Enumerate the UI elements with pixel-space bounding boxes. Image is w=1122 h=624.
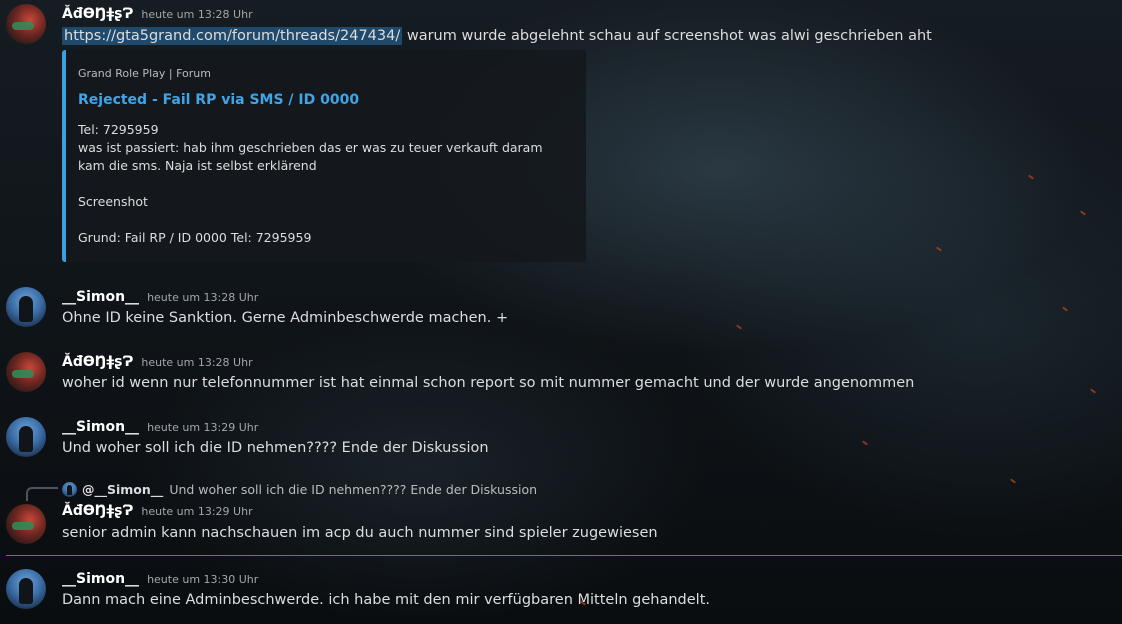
username[interactable]: __Simon__ <box>62 289 139 305</box>
username[interactable]: ĂđϴŊǂʂɁ <box>62 503 133 519</box>
embed-line: Tel: 7295959 <box>78 122 159 137</box>
timestamp: heute um 13:28 Uhr <box>141 8 253 21</box>
message: __Simon__ heute um 13:29 Uhr Und woher s… <box>0 413 1122 473</box>
message: ĂđϴŊǂʂɁ heute um 13:28 Uhr woher id wenn… <box>0 348 1122 408</box>
message-header: ĂđϴŊǂʂɁ heute um 13:28 Uhr <box>62 354 253 374</box>
embed-line: was ist passiert: hab ihm geschrieben da… <box>78 140 543 155</box>
message-header: __Simon__ heute um 13:28 Uhr <box>62 289 258 309</box>
message-header: __Simon__ heute um 13:29 Uhr <box>62 419 258 439</box>
embed-title[interactable]: Rejected - Fail RP via SMS / ID 0000 <box>78 92 359 108</box>
new-messages-divider <box>6 555 1122 556</box>
username[interactable]: ĂđϴŊǂʂɁ <box>62 354 133 370</box>
avatar[interactable] <box>6 4 46 44</box>
timestamp: heute um 13:30 Uhr <box>147 573 259 586</box>
chat-messages: ĂđϴŊǂʂɁ heute um 13:28 Uhr https://gta5g… <box>0 0 1122 624</box>
avatar[interactable] <box>6 352 46 392</box>
message-text: Und woher soll ich die ID nehmen???? End… <box>62 440 489 456</box>
message-text: Dann mach eine Adminbeschwerde. ich habe… <box>62 592 710 608</box>
message-text: woher id wenn nur telefonnummer ist hat … <box>62 375 915 391</box>
avatar[interactable] <box>6 287 46 327</box>
embed-line: kam die sms. Naja ist selbst erklärend <box>78 158 317 173</box>
message: __Simon__ heute um 13:30 Uhr Dann mach e… <box>0 565 1122 624</box>
timestamp: heute um 13:28 Uhr <box>141 356 253 369</box>
avatar[interactable] <box>6 569 46 609</box>
message: ĂđϴŊǂʂɁ heute um 13:28 Uhr https://gta5g… <box>0 0 1122 270</box>
username[interactable]: __Simon__ <box>62 419 139 435</box>
message-content: https://gta5grand.com/forum/threads/2474… <box>62 27 932 45</box>
link-embed: Grand Role Play | Forum Rejected - Fail … <box>62 50 586 262</box>
timestamp: heute um 13:29 Uhr <box>141 505 253 518</box>
embed-line: Screenshot <box>78 194 148 209</box>
timestamp: heute um 13:29 Uhr <box>147 421 259 434</box>
message: __Simon__ heute um 13:28 Uhr Ohne ID kei… <box>0 283 1122 343</box>
message-text: Ohne ID keine Sanktion. Gerne Adminbesch… <box>62 310 509 326</box>
username[interactable]: __Simon__ <box>62 571 139 587</box>
message-text: warum wurde abgelehnt schau auf screensh… <box>402 28 932 44</box>
username[interactable]: ĂđϴŊǂʂɁ <box>62 6 133 22</box>
embed-line: Grund: Fail RP / ID 0000 Tel: 7295959 <box>78 230 312 245</box>
avatar[interactable] <box>6 504 46 544</box>
reply-preview[interactable]: @__Simon__ Und woher soll ich die ID neh… <box>62 480 537 498</box>
embed-provider[interactable]: Grand Role Play | Forum <box>78 67 211 80</box>
thread-link[interactable]: https://gta5grand.com/forum/threads/2474… <box>62 27 403 45</box>
reply-connector <box>26 487 58 501</box>
avatar[interactable] <box>6 417 46 457</box>
message-text: senior admin kann nachschauen im acp du … <box>62 525 658 541</box>
message-header: ĂđϴŊǂʂɁ heute um 13:28 Uhr <box>62 6 253 26</box>
message: ĂđϴŊǂʂɁ heute um 13:29 Uhr senior admin … <box>0 500 1122 552</box>
reply-author[interactable]: @__Simon__ <box>82 482 163 497</box>
reply-text[interactable]: Und woher soll ich die ID nehmen???? End… <box>169 482 537 497</box>
timestamp: heute um 13:28 Uhr <box>147 291 259 304</box>
reply-avatar <box>62 481 77 497</box>
message-header: ĂđϴŊǂʂɁ heute um 13:29 Uhr <box>62 503 253 523</box>
message-header: __Simon__ heute um 13:30 Uhr <box>62 571 258 591</box>
